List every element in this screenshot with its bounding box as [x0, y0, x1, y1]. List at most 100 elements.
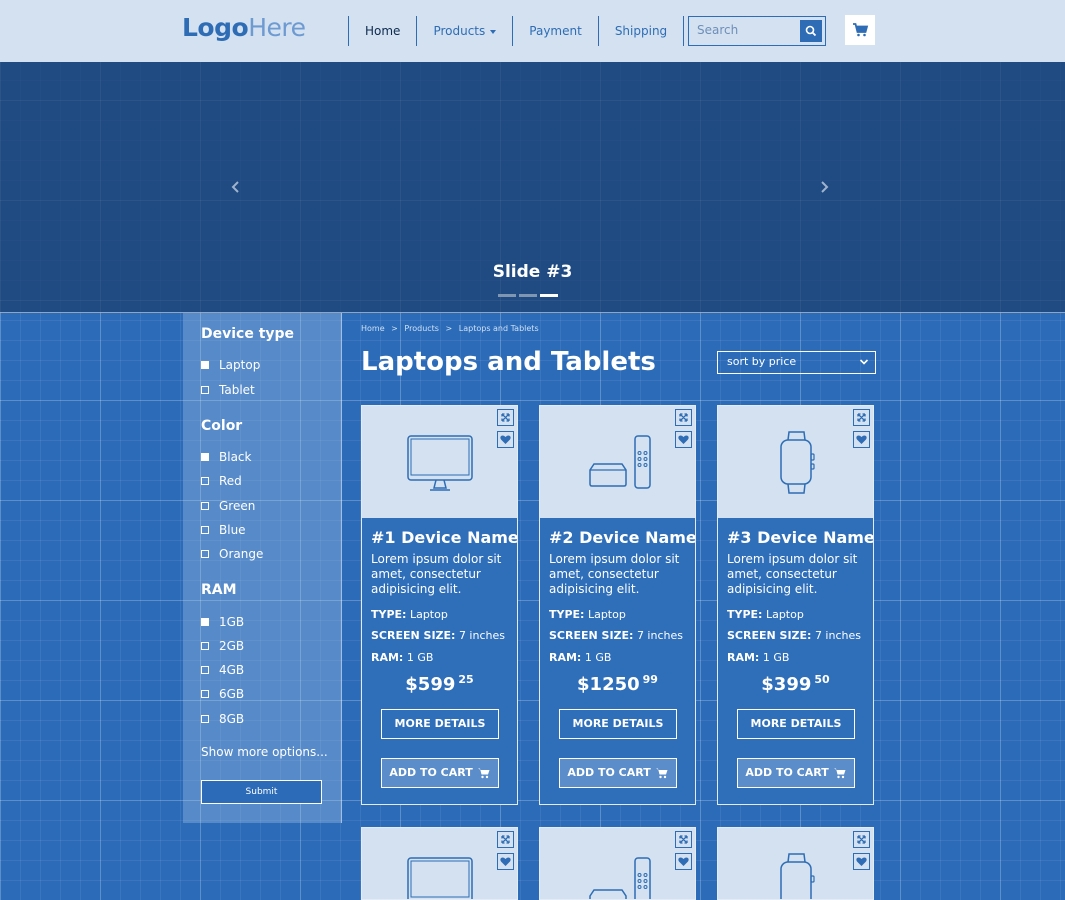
filter-title-color: Color: [201, 418, 243, 434]
product-spec-ram: RAM: 1 GB: [549, 651, 612, 664]
filter-option-tablet[interactable]: Tablet: [201, 383, 255, 397]
checkbox[interactable]: [201, 690, 209, 698]
product-card: [361, 827, 518, 900]
product-card: [539, 827, 696, 900]
filter-option-laptop[interactable]: Laptop: [201, 358, 260, 372]
nav-products[interactable]: Products: [416, 16, 512, 46]
filter-option-label: 1GB: [219, 615, 245, 629]
checkbox-checked[interactable]: [201, 618, 209, 626]
filter-option-6gb[interactable]: 6GB: [201, 687, 244, 701]
checkbox[interactable]: [201, 550, 209, 558]
chevron-down-icon: [490, 29, 497, 34]
product-name[interactable]: #3 Device Name: [727, 528, 873, 547]
filter-option-label: Tablet: [219, 383, 255, 397]
heart-icon: [678, 435, 689, 444]
expand-button[interactable]: [853, 831, 870, 848]
filter-option-green[interactable]: Green: [201, 499, 255, 513]
show-more-options-link[interactable]: Show more options...: [201, 745, 328, 759]
filter-option-label: 8GB: [219, 712, 245, 726]
expand-button[interactable]: [675, 409, 692, 426]
checkbox[interactable]: [201, 715, 209, 723]
wishlist-button[interactable]: [497, 431, 514, 448]
heart-icon: [856, 857, 867, 866]
product-spec-type: TYPE: Laptop: [371, 608, 448, 621]
wishlist-button[interactable]: [853, 431, 870, 448]
search-button[interactable]: [800, 20, 822, 42]
filter-option-label: Orange: [219, 547, 264, 561]
cart-button[interactable]: [845, 15, 875, 45]
nav-shipping[interactable]: Shipping: [597, 16, 685, 46]
filter-option-1gb[interactable]: 1GB: [201, 615, 244, 629]
filter-option-blue[interactable]: Blue: [201, 523, 246, 537]
wishlist-button[interactable]: [497, 853, 514, 870]
breadcrumb-products[interactable]: Products: [404, 324, 439, 333]
monitor-icon: [407, 857, 473, 899]
filter-option-orange[interactable]: Orange: [201, 547, 263, 561]
checkbox[interactable]: [201, 526, 209, 534]
monitor-icon: [407, 435, 473, 491]
filter-option-red[interactable]: Red: [201, 474, 242, 488]
carousel-indicator[interactable]: [498, 294, 516, 297]
expand-button[interactable]: [853, 409, 870, 426]
expand-button[interactable]: [497, 409, 514, 426]
heart-icon: [678, 857, 689, 866]
logo[interactable]: LogoHere: [182, 13, 306, 42]
product-name[interactable]: #2 Device Name: [549, 528, 695, 547]
checkbox[interactable]: [201, 502, 209, 510]
expand-button[interactable]: [497, 831, 514, 848]
product-image: [718, 828, 873, 899]
product-description: Lorem ipsum dolor sit amet, consectetur …: [371, 552, 502, 596]
product-price: $1250 99: [577, 673, 658, 695]
add-to-cart-button[interactable]: ADD TO CART: [559, 758, 677, 788]
product-spec-type: TYPE: Laptop: [727, 608, 804, 621]
more-details-button[interactable]: MORE DETAILS: [737, 709, 855, 739]
product-description: Lorem ipsum dolor sit amet, consectetur …: [549, 552, 680, 596]
add-to-cart-button[interactable]: ADD TO CART: [381, 758, 499, 788]
expand-icon: [501, 835, 510, 844]
product-image: [718, 406, 873, 518]
filter-option-black[interactable]: Black: [201, 450, 251, 464]
checkbox[interactable]: [201, 642, 209, 650]
filter-option-label: Green: [219, 499, 256, 513]
product-description: Lorem ipsum dolor sit amet, consectetur …: [727, 552, 858, 596]
product-spec-type: TYPE: Laptop: [549, 608, 626, 621]
carousel-next-button[interactable]: [817, 177, 831, 197]
wishlist-button[interactable]: [675, 853, 692, 870]
more-details-button[interactable]: MORE DETAILS: [381, 709, 499, 739]
wishlist-button[interactable]: [853, 853, 870, 870]
filter-option-label: Laptop: [219, 358, 261, 372]
breadcrumb-home[interactable]: Home: [361, 324, 385, 333]
product-image: [540, 828, 695, 899]
more-details-button[interactable]: MORE DETAILS: [559, 709, 677, 739]
expand-button[interactable]: [675, 831, 692, 848]
carousel-indicator[interactable]: [519, 294, 537, 297]
filter-option-8gb[interactable]: 8GB: [201, 712, 244, 726]
product-name[interactable]: #1 Device Name: [371, 528, 517, 547]
filter-title-ram: RAM: [201, 582, 237, 598]
cart-icon: [833, 768, 846, 779]
filter-option-label: Red: [219, 474, 242, 488]
checkbox[interactable]: [201, 477, 209, 485]
filter-option-label: 6GB: [219, 687, 245, 701]
submit-button[interactable]: Submit: [201, 780, 322, 804]
checkbox[interactable]: [201, 386, 209, 394]
carousel-indicator-active[interactable]: [540, 294, 558, 297]
search-input[interactable]: [697, 23, 792, 37]
product-spec-screen: SCREEN SIZE: 7 inches: [549, 629, 683, 642]
checkbox-checked[interactable]: [201, 453, 209, 461]
filter-option-4gb[interactable]: 4GB: [201, 663, 244, 677]
checkbox-checked[interactable]: [201, 361, 209, 369]
product-spec-screen: SCREEN SIZE: 7 inches: [727, 629, 861, 642]
product-image: [362, 828, 517, 899]
checkbox[interactable]: [201, 666, 209, 674]
product-spec-ram: RAM: 1 GB: [727, 651, 790, 664]
product-price: $599 25: [405, 673, 474, 695]
nav-products-label: Products: [433, 24, 486, 38]
nav-payment[interactable]: Payment: [512, 16, 598, 46]
carousel-prev-button[interactable]: [229, 177, 243, 197]
nav-home[interactable]: Home: [348, 16, 416, 46]
filter-option-2gb[interactable]: 2GB: [201, 639, 244, 653]
wishlist-button[interactable]: [675, 431, 692, 448]
add-to-cart-button[interactable]: ADD TO CART: [737, 758, 855, 788]
sort-select[interactable]: sort by price: [717, 351, 876, 374]
